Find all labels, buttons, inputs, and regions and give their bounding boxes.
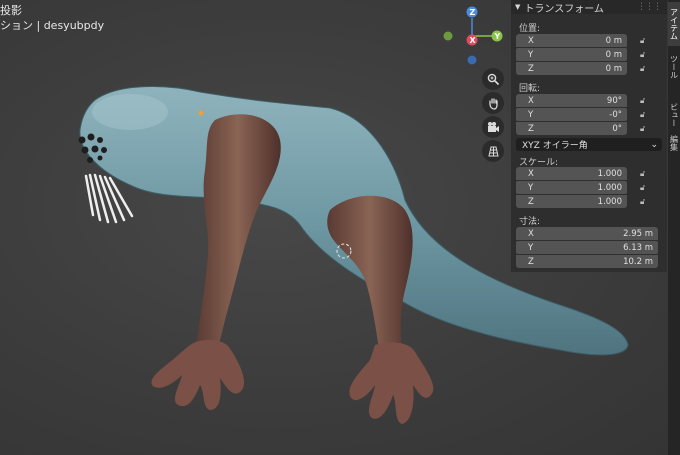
svg-text:Z: Z — [470, 8, 476, 17]
viewport-title: 投影 — [0, 4, 22, 17]
lock-location-y-icon[interactable]: 🔓︎ — [640, 50, 650, 60]
chevron-down-icon: ⌄ — [650, 139, 658, 150]
lock-rotation-x-icon[interactable]: 🔓︎ — [640, 96, 650, 106]
dimensions-z-field[interactable]: Z 10.2 m — [516, 255, 658, 268]
rotation-x-field[interactable]: X 90° — [516, 94, 627, 107]
drag-grip-icon[interactable]: ⋮⋮⋮ — [637, 2, 662, 12]
rotation-y-field[interactable]: Y -0° — [516, 108, 627, 121]
collapse-caret-icon[interactable]: ▼ — [515, 3, 520, 11]
grid-icon[interactable] — [482, 140, 504, 162]
camera-icon[interactable] — [482, 116, 504, 138]
right-hand — [349, 342, 434, 424]
lock-scale-x-icon[interactable]: 🔓︎ — [640, 169, 650, 179]
left-arm — [195, 114, 281, 355]
zoom-icon[interactable] — [482, 68, 504, 90]
location-z-field[interactable]: Z0 m — [516, 62, 627, 75]
lock-scale-z-icon[interactable]: 🔓︎ — [640, 197, 650, 207]
gizmo-neg-z[interactable] — [467, 55, 477, 65]
lock-rotation-y-icon[interactable]: 🔓︎ — [640, 110, 650, 120]
rotation-z-field[interactable]: Z 0° — [516, 122, 627, 135]
rotation-mode-dropdown[interactable]: XYZ オイラー角 ⌄ — [516, 138, 662, 151]
tab-edit[interactable]: 編集 — [668, 132, 680, 154]
transform-header-label: トランスフォーム — [524, 3, 604, 15]
scale-y-field[interactable]: Y 1.000 — [516, 181, 627, 194]
right-arm — [327, 195, 413, 355]
tab-tool[interactable]: ツール — [668, 50, 680, 84]
rotation-label: 回転: — [519, 84, 541, 94]
head-highlight — [92, 94, 168, 130]
scale-x-field[interactable]: X 1.000 — [516, 167, 627, 180]
svg-text:Y: Y — [494, 32, 501, 41]
sidebar-tabs: アイテム ツール ビュー 編集 — [668, 0, 680, 455]
left-hand — [151, 339, 245, 410]
tab-item[interactable]: アイテム — [668, 2, 680, 46]
dimensions-x-field[interactable]: X 2.95 m — [516, 227, 658, 240]
svg-text:X: X — [470, 36, 477, 45]
hand-icon[interactable] — [482, 92, 504, 114]
viewport-collection: ション | desyubpdy — [0, 19, 105, 32]
navigation-gizmo[interactable]: Z Y X — [443, 6, 503, 65]
location-x-field[interactable]: X0 m — [516, 34, 627, 47]
lock-location-z-icon[interactable]: 🔓︎ — [640, 64, 650, 74]
dimensions-label: 寸法: — [519, 217, 541, 227]
lock-scale-y-icon[interactable]: 🔓︎ — [640, 183, 650, 193]
gizmo-neg-y[interactable] — [443, 31, 453, 41]
lock-location-x-icon[interactable]: 🔓︎ — [640, 36, 650, 46]
location-y-field[interactable]: Y0 m — [516, 48, 627, 61]
location-label: 位置: — [519, 24, 541, 34]
object-origin — [198, 110, 204, 116]
scale-z-field[interactable]: Z 1.000 — [516, 195, 627, 208]
rotation-mode-value: XYZ オイラー角 — [522, 141, 588, 151]
lock-rotation-z-icon[interactable]: 🔓︎ — [640, 124, 650, 134]
tab-view[interactable]: ビュー — [668, 100, 680, 130]
dimensions-y-field[interactable]: Y 6.13 m — [516, 241, 658, 254]
